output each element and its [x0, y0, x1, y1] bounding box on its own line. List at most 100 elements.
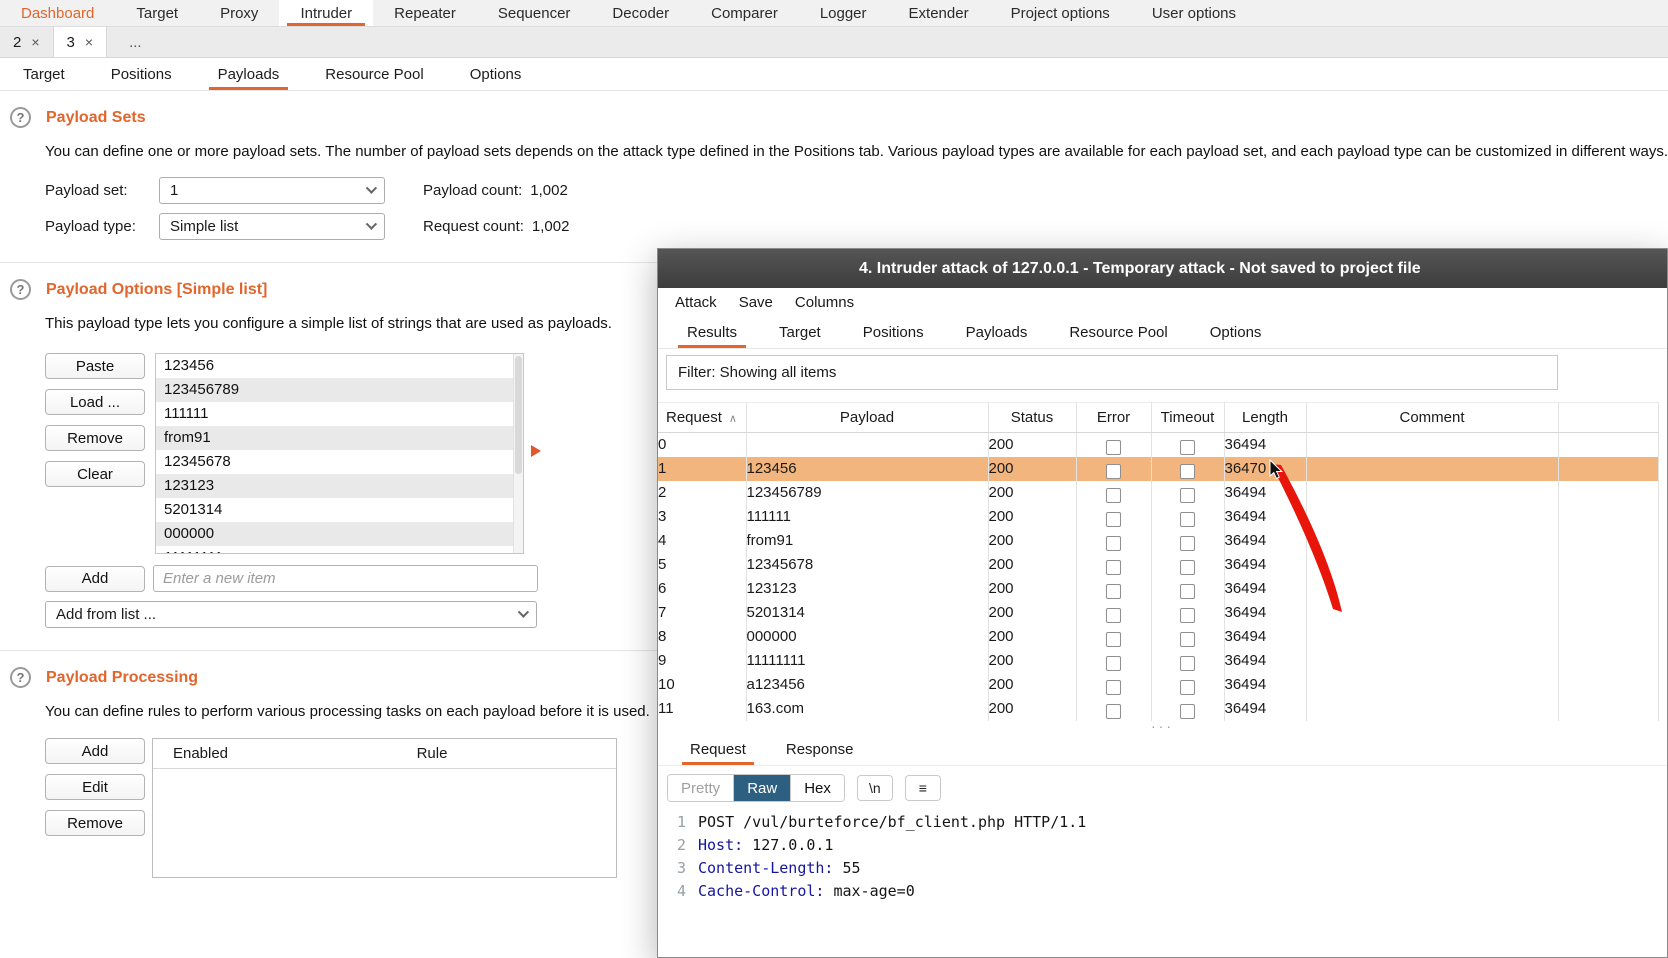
table-row[interactable]: 9 11111111 200 36494 — [658, 649, 1659, 673]
main-tab-sequencer[interactable]: Sequencer — [477, 0, 592, 26]
menu-columns[interactable]: Columns — [784, 288, 865, 316]
scrollbar-thumb[interactable] — [515, 356, 522, 474]
intruder-tab-payloads[interactable]: Payloads — [195, 58, 303, 90]
main-tab-intruder[interactable]: Intruder — [279, 0, 374, 26]
timeout-checkbox[interactable] — [1180, 559, 1195, 575]
attack-window-tab-positions[interactable]: Positions — [842, 316, 945, 348]
attack-tab-3[interactable]: 3 × — [53, 27, 108, 57]
table-row[interactable]: 5 12345678 200 36494 — [658, 553, 1659, 577]
payload-list-item[interactable]: from91 — [156, 426, 523, 450]
payload-list[interactable]: 123456 123456789 111111 from91 12345678 … — [155, 353, 524, 554]
error-checkbox[interactable] — [1106, 511, 1121, 527]
main-tab-decoder[interactable]: Decoder — [591, 0, 690, 26]
timeout-checkbox[interactable] — [1180, 607, 1195, 623]
timeout-checkbox[interactable] — [1180, 703, 1195, 719]
table-row[interactable]: 3 111111 200 36494 — [658, 505, 1659, 529]
timeout-checkbox[interactable] — [1180, 679, 1195, 695]
table-row[interactable]: 7 5201314 200 36494 — [658, 601, 1659, 625]
payload-list-item[interactable]: 5201314 — [156, 498, 523, 522]
attack-window-tab-resource-pool[interactable]: Resource Pool — [1048, 316, 1188, 348]
raw-button[interactable]: Raw — [734, 775, 792, 801]
menu-attack[interactable]: Attack — [664, 288, 728, 316]
remove-rule-button[interactable]: Remove — [45, 810, 145, 836]
error-checkbox[interactable] — [1106, 655, 1121, 671]
editor-menu-button[interactable]: ≡ — [904, 775, 941, 801]
remove-button[interactable]: Remove — [45, 425, 145, 451]
column-header-timeout[interactable]: Timeout — [1151, 402, 1225, 433]
show-newlines-button[interactable]: \n — [856, 775, 893, 801]
table-row[interactable]: 1 123456 200 36470 — [658, 457, 1659, 481]
help-icon[interactable]: ? — [10, 107, 31, 128]
attack-window-tab-target[interactable]: Target — [758, 316, 842, 348]
help-icon[interactable]: ? — [10, 279, 31, 300]
timeout-checkbox[interactable] — [1180, 631, 1195, 647]
payload-list-item[interactable]: 123456 — [156, 354, 523, 378]
intruder-tab-resource-pool[interactable]: Resource Pool — [302, 58, 446, 90]
timeout-checkbox[interactable] — [1180, 439, 1195, 455]
column-header-request[interactable]: Request ∧ — [658, 402, 747, 433]
clear-button[interactable]: Clear — [45, 461, 145, 487]
filter-bar[interactable]: Filter: Showing all items — [666, 355, 1558, 390]
error-checkbox[interactable] — [1106, 679, 1121, 695]
error-checkbox[interactable] — [1106, 487, 1121, 503]
column-header-length[interactable]: Length — [1224, 402, 1307, 433]
column-header-error[interactable]: Error — [1076, 402, 1152, 433]
error-checkbox[interactable] — [1106, 631, 1121, 647]
help-icon[interactable]: ? — [10, 667, 31, 688]
load-button[interactable]: Load ... — [45, 389, 145, 415]
error-checkbox[interactable] — [1106, 463, 1121, 479]
main-tab-project-options[interactable]: Project options — [990, 0, 1131, 26]
main-tab-proxy[interactable]: Proxy — [199, 0, 279, 26]
main-tab-dashboard[interactable]: Dashboard — [0, 0, 115, 26]
payload-list-item[interactable]: 123456789 — [156, 378, 523, 402]
payload-list-item[interactable]: 000000 — [156, 522, 523, 546]
main-tab-comparer[interactable]: Comparer — [690, 0, 799, 26]
main-tab-user-options[interactable]: User options — [1131, 0, 1257, 26]
viewer-tab-response[interactable]: Response — [766, 734, 874, 765]
close-icon[interactable]: × — [85, 35, 93, 49]
viewer-tab-request[interactable]: Request — [670, 734, 766, 765]
table-row[interactable]: 6 123123 200 36494 — [658, 577, 1659, 601]
payload-list-item[interactable]: 123123 — [156, 474, 523, 498]
main-tab-target[interactable]: Target — [115, 0, 199, 26]
intruder-tab-options[interactable]: Options — [447, 58, 545, 90]
table-row[interactable]: 4 from91 200 36494 — [658, 529, 1659, 553]
attack-window-tab-results[interactable]: Results — [666, 316, 758, 348]
payload-list-item[interactable]: 111111 — [156, 402, 523, 426]
edit-rule-button[interactable]: Edit — [45, 774, 145, 800]
error-checkbox[interactable] — [1106, 583, 1121, 599]
table-row[interactable]: 0 200 36494 — [658, 432, 1659, 457]
splitter-handle[interactable]: ··· — [658, 719, 1667, 734]
more-tabs-button[interactable]: ... — [107, 27, 164, 57]
add-button[interactable]: Add — [45, 565, 145, 592]
main-tab-extender[interactable]: Extender — [888, 0, 990, 26]
timeout-checkbox[interactable] — [1180, 511, 1195, 527]
payload-list-item[interactable]: 11111111 — [156, 546, 523, 553]
timeout-checkbox[interactable] — [1180, 463, 1195, 479]
timeout-checkbox[interactable] — [1180, 583, 1195, 599]
error-checkbox[interactable] — [1106, 559, 1121, 575]
request-raw-view[interactable]: 1 POST /vul/burteforce/bf_client.php HTT… — [668, 811, 1667, 903]
main-tab-repeater[interactable]: Repeater — [373, 0, 477, 26]
column-header-comment[interactable]: Comment — [1306, 402, 1559, 433]
table-row[interactable]: 8 000000 200 36494 — [658, 625, 1659, 649]
window-title[interactable]: 4. Intruder attack of 127.0.0.1 - Tempor… — [658, 249, 1667, 288]
new-item-input[interactable] — [153, 565, 538, 592]
payload-type-select[interactable]: Simple list — [159, 213, 385, 240]
menu-save[interactable]: Save — [728, 288, 784, 316]
table-row[interactable]: 2 123456789 200 36494 — [658, 481, 1659, 505]
main-tab-logger[interactable]: Logger — [799, 0, 888, 26]
attack-window-tab-options[interactable]: Options — [1189, 316, 1283, 348]
intruder-tab-positions[interactable]: Positions — [88, 58, 195, 90]
attack-tab-2[interactable]: 2 × — [0, 27, 54, 57]
hex-button[interactable]: Hex — [791, 775, 844, 801]
column-header-payload[interactable]: Payload — [746, 402, 989, 433]
timeout-checkbox[interactable] — [1180, 535, 1195, 551]
close-icon[interactable]: × — [31, 35, 39, 49]
table-row[interactable]: 10 a123456 200 36494 — [658, 673, 1659, 697]
error-checkbox[interactable] — [1106, 535, 1121, 551]
timeout-checkbox[interactable] — [1180, 487, 1195, 503]
timeout-checkbox[interactable] — [1180, 655, 1195, 671]
attack-window-tab-payloads[interactable]: Payloads — [945, 316, 1049, 348]
error-checkbox[interactable] — [1106, 439, 1121, 455]
